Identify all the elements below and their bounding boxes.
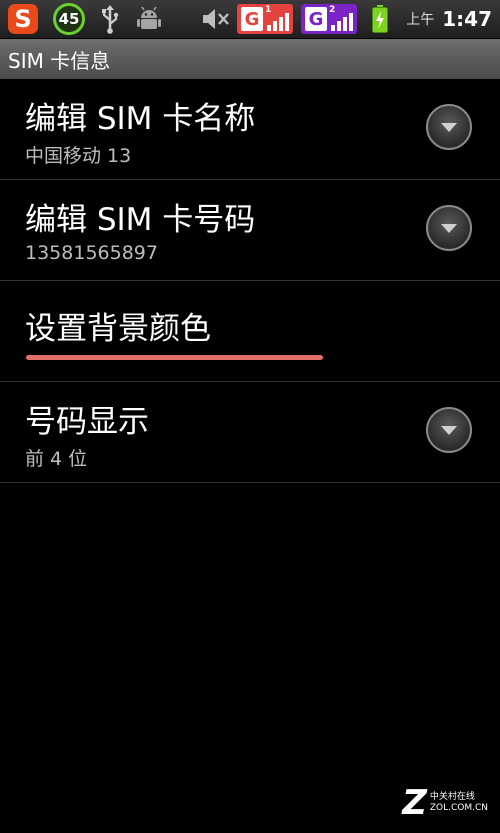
zol-logo: Z: [402, 783, 427, 823]
sim1-network-letter: G: [241, 7, 263, 31]
item-subtitle: 前 4 位: [25, 448, 88, 470]
set-background-color-item[interactable]: 设置背景颜色: [0, 281, 500, 382]
title-bar: SIM 卡信息: [0, 39, 500, 79]
highlight-underline: [26, 355, 323, 360]
watermark-line1: 中关村在线: [429, 792, 475, 802]
dropdown-button[interactable]: [426, 104, 472, 150]
number-display-item[interactable]: 号码显示 前 4 位: [0, 382, 500, 483]
android-debug-icon: [134, 0, 164, 38]
chevron-down-icon: [441, 426, 457, 435]
settings-list: 编辑 SIM 卡名称 中国移动 13 编辑 SIM 卡号码 1358156589…: [0, 79, 500, 483]
watermark-line2: ZOL.COM.CN: [429, 803, 488, 813]
item-title: 编辑 SIM 卡名称: [25, 101, 256, 137]
clock-time: 1:47: [442, 7, 492, 31]
sogou-input-icon: S: [6, 0, 40, 38]
item-title: 设置背景颜色: [25, 311, 211, 347]
item-subtitle: 中国移动 13: [25, 145, 132, 167]
edit-sim-number-item[interactable]: 编辑 SIM 卡号码 13581565897: [0, 180, 500, 281]
dropdown-button[interactable]: [426, 205, 472, 251]
sim2-signal-icon: G 2: [300, 0, 358, 38]
battery-charging-icon: [368, 0, 392, 38]
item-subtitle: 13581565897: [25, 242, 158, 264]
usb-icon: [98, 0, 122, 38]
chevron-down-icon: [441, 224, 457, 233]
status-bar: S 45 G 1 G 2 上午 1:47: [0, 0, 500, 39]
sim1-signal-icon: G 1: [236, 0, 294, 38]
speaker-muted-icon: [198, 0, 232, 38]
item-title: 编辑 SIM 卡号码: [25, 202, 256, 238]
clock-ampm: 上午: [406, 12, 435, 28]
notification-count: 45: [53, 3, 85, 35]
page-title: SIM 卡信息: [8, 48, 111, 73]
chevron-down-icon: [441, 123, 457, 132]
item-title: 号码显示: [25, 404, 149, 440]
dropdown-button[interactable]: [426, 407, 472, 453]
sim2-network-letter: G: [305, 7, 327, 31]
edit-sim-name-item[interactable]: 编辑 SIM 卡名称 中国移动 13: [0, 79, 500, 180]
zol-watermark: Z 中关村在线 ZOL.COM.CN: [402, 783, 488, 823]
notification-count-icon: 45: [50, 0, 88, 38]
